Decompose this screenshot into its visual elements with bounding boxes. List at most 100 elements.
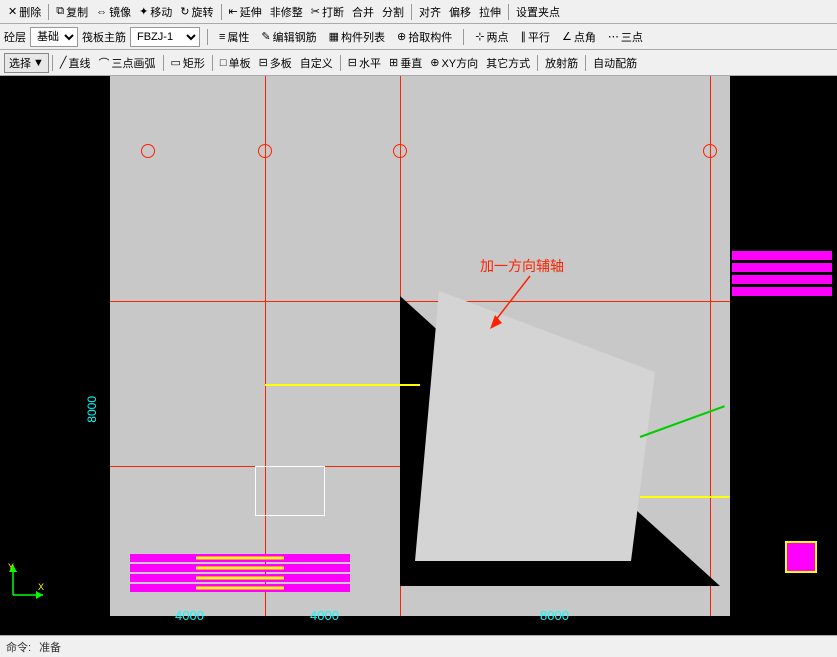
magenta-bar-inner-2 <box>196 567 284 570</box>
toolbar-row-3: 选择 ▼ ╱ 直线 ⌒ 三点画弧 ▭ 矩形 □ 单板 ⊟ 多板 自定义 ⊟ 水平… <box>0 50 837 76</box>
yellow-line-bottom <box>640 496 730 498</box>
magenta-bar-3 <box>130 574 350 582</box>
xy-dir-button[interactable]: ⊕ XY方向 <box>426 54 482 72</box>
crossmark-3 <box>703 144 717 158</box>
delete-button[interactable]: ✕ 删除 <box>4 3 45 21</box>
svg-text:加一方向辅轴: 加一方向辅轴 <box>480 258 564 274</box>
crossmark-2 <box>393 144 407 158</box>
sep12 <box>585 55 586 71</box>
setclip-button[interactable]: 设置夹点 <box>512 3 564 21</box>
single-slab-button[interactable]: □ 单板 <box>216 54 255 72</box>
drawing-area[interactable]: 8000 加一方向辅轴 4000 4000 8000 X Y <box>0 76 837 635</box>
status-text: 准备 <box>39 639 61 655</box>
magenta-bar-1 <box>130 554 350 562</box>
horizontal-button[interactable]: ⊟ 水平 <box>344 54 385 72</box>
crossmark-4 <box>141 144 155 158</box>
move-button[interactable]: ✦ 移动 <box>135 3 176 21</box>
crossmark-1 <box>258 144 272 158</box>
parallel-button[interactable]: ∥ 平行 <box>516 28 554 46</box>
annotation: 加一方向辅轴 <box>450 251 610 354</box>
select-button[interactable]: 选择 ▼ <box>4 53 49 73</box>
multi-slab-icon: ⊟ <box>259 56 268 69</box>
other-button[interactable]: 其它方式 <box>482 54 534 72</box>
sep9 <box>212 55 213 71</box>
multi-slab-button[interactable]: ⊟ 多板 <box>255 54 296 72</box>
arc-icon: ⌒ <box>99 55 110 71</box>
merge-button[interactable]: 合并 <box>348 3 378 21</box>
dim-label-1: 4000 <box>175 608 204 623</box>
layer-label: 砼层 <box>4 29 26 45</box>
status-bar: 命令: 准备 <box>0 635 837 657</box>
extend-button[interactable]: ⇤ 延伸 <box>225 3 266 21</box>
properties-icon: ≡ <box>219 31 225 43</box>
sep2 <box>221 4 222 20</box>
three-point-button[interactable]: ⋯ 三点 <box>604 28 647 46</box>
cut-icon: ✂ <box>311 5 320 18</box>
properties-button[interactable]: ≡ 属性 <box>215 28 253 46</box>
two-point-button[interactable]: ⊹ 两点 <box>471 28 512 46</box>
magenta-right-box <box>785 541 817 573</box>
copy-button[interactable]: ⧉ 复制 <box>52 3 92 21</box>
rect-button[interactable]: ▭ 矩形 <box>167 54 209 72</box>
sep11 <box>537 55 538 71</box>
custom-button[interactable]: 自定义 <box>296 54 337 72</box>
offset-button[interactable]: 偏移 <box>445 3 475 21</box>
left-dimension-label: 8000 <box>85 396 99 423</box>
coordinate-indicator: X Y <box>8 560 48 605</box>
auto-match-button[interactable]: 自动配筋 <box>589 54 641 72</box>
rotate-button[interactable]: ↻ 旋转 <box>176 3 217 21</box>
magenta-top-right <box>732 251 832 306</box>
magenta-bar-inner-3 <box>196 577 284 580</box>
cut-button[interactable]: ✂ 打断 <box>307 3 348 21</box>
vertical-icon: ⊞ <box>389 56 398 69</box>
mbar-1 <box>732 251 832 260</box>
line-button[interactable]: ╱ 直线 <box>56 54 95 72</box>
annotation-svg: 加一方向辅轴 <box>450 251 610 351</box>
mbar-2 <box>732 263 832 272</box>
white-rect-outline <box>255 466 325 516</box>
delete-icon: ✕ <box>8 5 17 18</box>
edit-rebar-button[interactable]: ✎ 编辑钢筋 <box>257 28 320 46</box>
vertical-button[interactable]: ⊞ 垂直 <box>385 54 426 72</box>
two-point-icon: ⊹ <box>475 30 484 43</box>
magenta-bar-4 <box>130 584 350 592</box>
coord-svg: X Y <box>8 560 48 600</box>
line-icon: ╱ <box>60 56 67 69</box>
pick-component-button[interactable]: ⊕ 拾取构件 <box>393 28 456 46</box>
arc-button[interactable]: ⌒ 三点画弧 <box>95 54 160 72</box>
magenta-bar-inner-4 <box>196 587 284 590</box>
align-button[interactable]: 对齐 <box>415 3 445 21</box>
toolbar-row-1: ✕ 删除 ⧉ 复制 ⇔ 镜像 ✦ 移动 ↻ 旋转 ⇤ 延伸 非修整 ✂ 打断 合… <box>0 0 837 24</box>
layer-type-select[interactable]: 基础 <box>30 27 78 47</box>
red-line-horizontal-1 <box>110 301 730 302</box>
dim-label-3: 8000 <box>540 608 569 623</box>
edit-icon: ✎ <box>261 30 270 43</box>
component-code-select[interactable]: FBZJ-1 <box>130 27 200 47</box>
sep1 <box>48 4 49 20</box>
mbar-4 <box>732 287 832 296</box>
dim-label-2: 4000 <box>310 608 339 623</box>
radial-button[interactable]: 放射筋 <box>541 54 582 72</box>
yellow-line <box>265 384 420 386</box>
split-button[interactable]: 分割 <box>378 3 408 21</box>
component-label: 筏板主筋 <box>82 29 126 45</box>
mirror-button[interactable]: ⇔ 镜像 <box>92 3 135 21</box>
sep10 <box>340 55 341 71</box>
svg-text:Y: Y <box>8 562 14 572</box>
xy-icon: ⊕ <box>430 56 439 69</box>
rotate-icon: ↻ <box>180 5 189 18</box>
noextend-button[interactable]: 非修整 <box>266 3 307 21</box>
parallel-icon: ∥ <box>520 30 526 43</box>
sep4 <box>508 4 509 20</box>
magenta-bar-inner-1 <box>196 557 284 560</box>
mirror-icon: ⇔ <box>96 6 107 18</box>
sep8 <box>163 55 164 71</box>
component-list-button[interactable]: ▦ 构件列表 <box>325 28 389 46</box>
angle-point-button[interactable]: ∠ 点角 <box>558 28 600 46</box>
sep7 <box>52 55 53 71</box>
magenta-bar-2 <box>130 564 350 572</box>
angle-icon: ∠ <box>562 30 572 43</box>
stretch-button[interactable]: 拉伸 <box>475 3 505 21</box>
dropdown-icon: ▼ <box>33 57 44 69</box>
sep6 <box>463 29 464 45</box>
